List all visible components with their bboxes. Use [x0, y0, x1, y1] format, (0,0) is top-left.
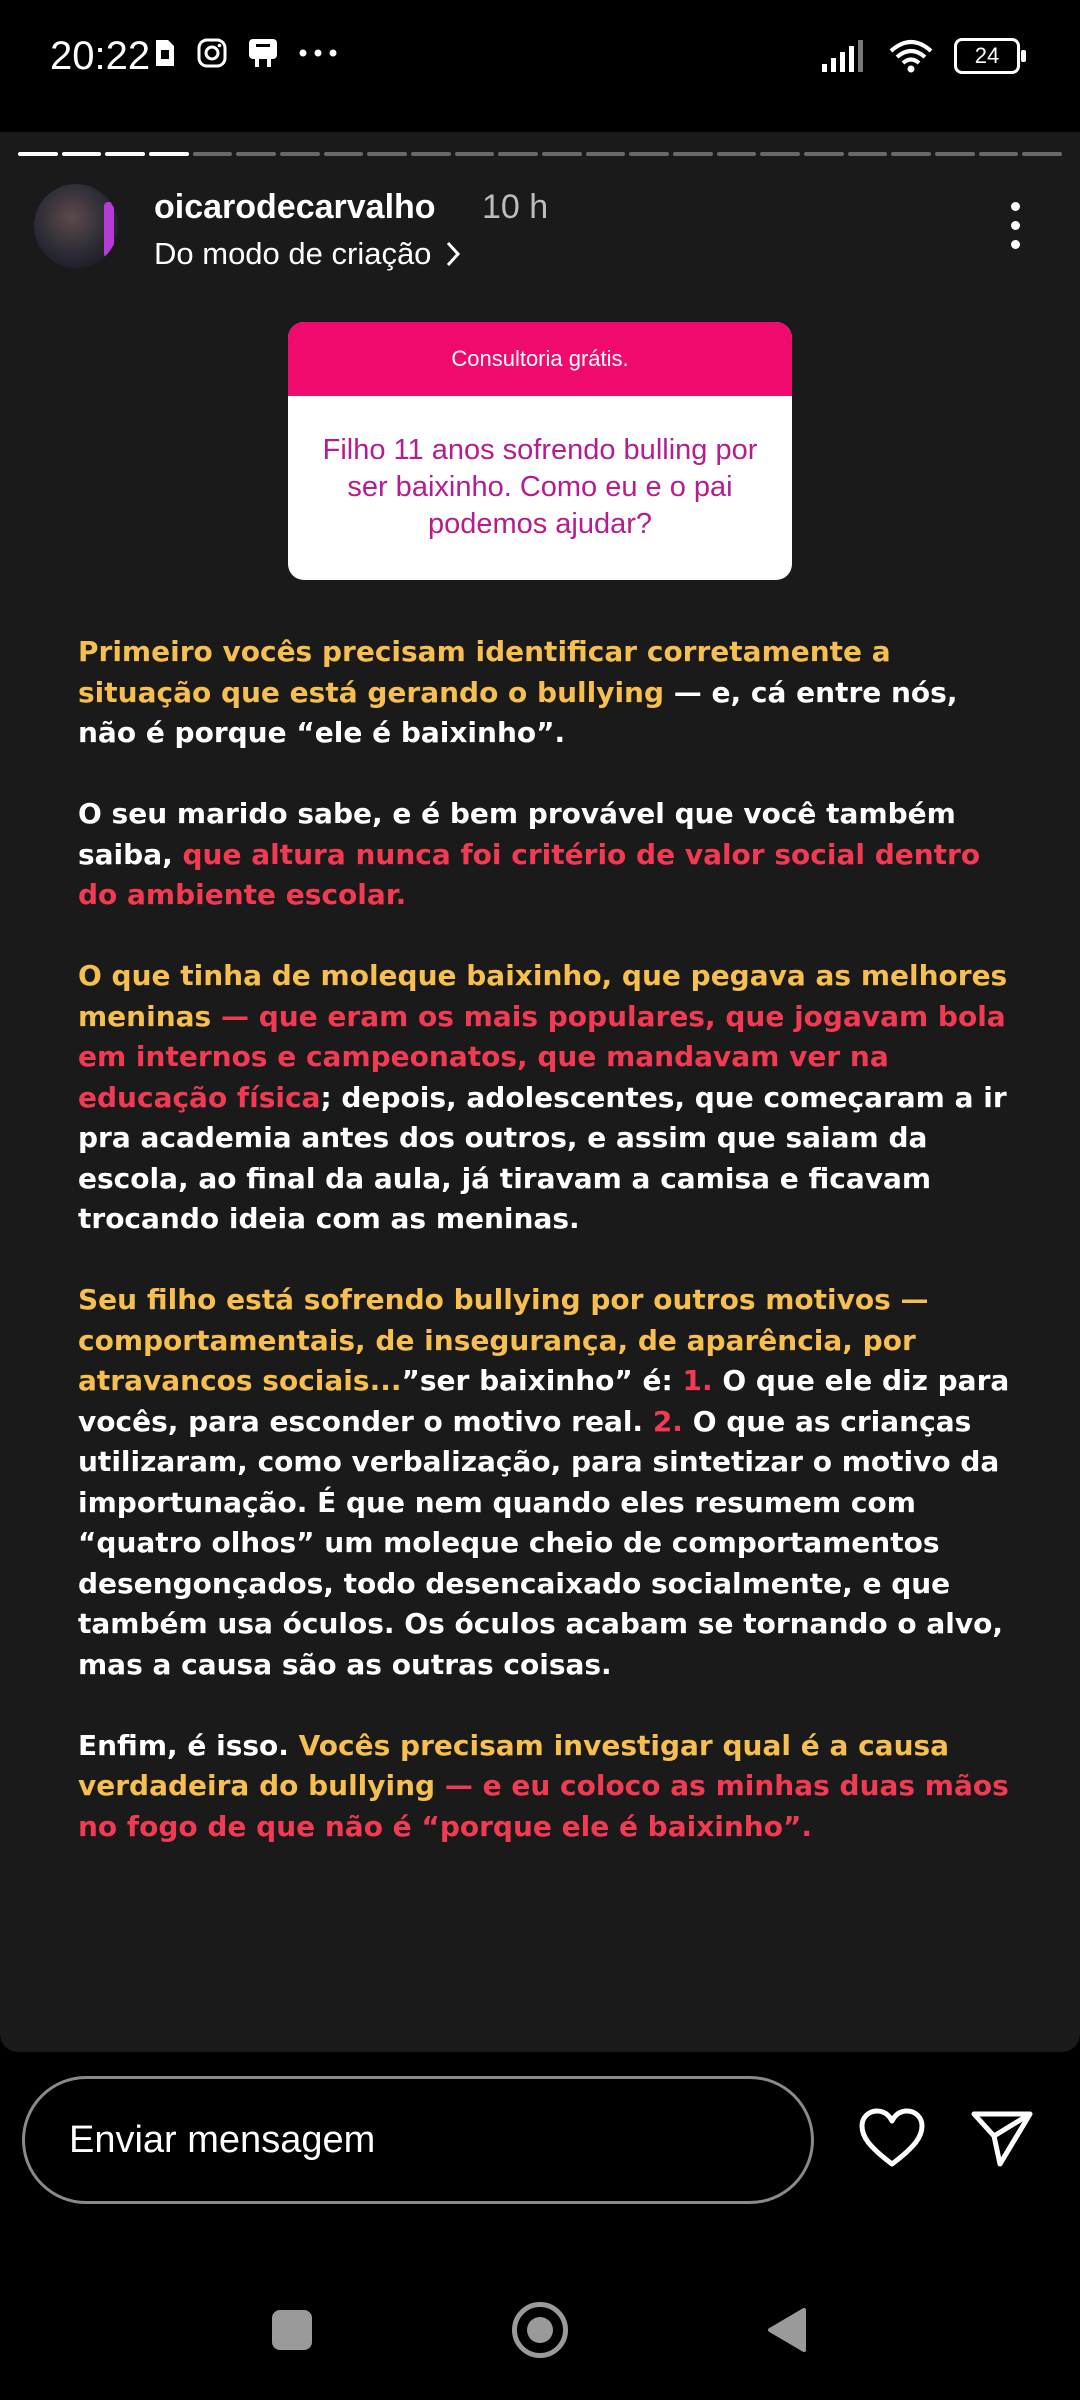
question-sticker: Consultoria grátis. Filho 11 anos sofren…	[288, 322, 792, 580]
message-input[interactable]: Enviar mensagem	[22, 2076, 814, 2204]
recents-square-icon[interactable]	[272, 2310, 312, 2350]
progress-segment	[236, 152, 277, 156]
progress-segment	[716, 152, 757, 156]
question-sticker-header: Consultoria grátis.	[288, 322, 792, 396]
progress-segment	[323, 152, 364, 156]
story-username[interactable]: oicarodecarvalho	[154, 188, 436, 227]
progress-segment	[673, 152, 713, 156]
progress-segment	[978, 152, 1019, 156]
status-right-icons: 24	[822, 38, 1026, 74]
text-emphasis: que altura nunca foi critério de valor s…	[78, 837, 981, 912]
paragraph-1: Primeiro vocês precisam identificar corr…	[78, 632, 1022, 754]
list-number: 1.	[682, 1364, 713, 1397]
creation-mode-link[interactable]: Do modo de criação	[154, 236, 461, 272]
send-icon[interactable]	[970, 2108, 1034, 2168]
status-left-icons	[152, 36, 338, 70]
battery-icon: 24	[954, 38, 1026, 74]
wifi-icon	[889, 40, 933, 73]
text-plain: ”ser baixinho” é:	[401, 1364, 683, 1397]
text-plain: O que as crianças utilizaram, como verba…	[78, 1404, 1004, 1681]
progress-segment	[629, 152, 670, 156]
progress-segment	[847, 152, 888, 156]
question-sticker-text: Filho 11 anos sofrendo bulling por ser b…	[322, 434, 758, 540]
avatar[interactable]	[34, 184, 118, 268]
heart-icon[interactable]	[858, 2108, 926, 2168]
paragraph-4: Seu filho está sofrendo bullying por out…	[78, 1280, 1022, 1685]
progress-segment	[411, 152, 451, 156]
status-bar: 20:22 24	[0, 0, 1080, 120]
signal-icon	[822, 40, 863, 72]
progress-segment	[105, 152, 146, 156]
notification-icon	[249, 39, 277, 67]
progress-segment	[498, 152, 539, 156]
progress-segment	[1022, 152, 1063, 156]
progress-segment	[18, 152, 58, 156]
sim-card-icon	[156, 40, 174, 66]
list-number: 2.	[652, 1404, 683, 1438]
back-triangle-icon[interactable]	[764, 2306, 808, 2354]
progress-segment	[192, 152, 233, 156]
story-progress-bar	[18, 152, 1063, 156]
progress-segment	[149, 152, 189, 156]
progress-segment	[280, 152, 320, 156]
story-card[interactable]: oicarodecarvalho 10 h Do modo de criação…	[0, 132, 1080, 2052]
message-input-placeholder: Enviar mensagem	[69, 2119, 376, 2161]
text-plain: Enfim, é isso.	[78, 1728, 299, 1762]
paragraph-5: Enfim, é isso. Vocês precisam investigar…	[78, 1726, 1022, 1848]
instagram-icon	[197, 38, 227, 68]
more-options-icon[interactable]	[1008, 202, 1022, 249]
more-dots-icon	[299, 49, 337, 57]
progress-segment	[891, 152, 932, 156]
progress-segment	[935, 152, 975, 156]
home-circle-icon[interactable]	[512, 2302, 568, 2358]
screen: 20:22 24 oicarodecarvalho 10 h Do modo d…	[0, 0, 1080, 2400]
progress-segment	[367, 152, 408, 156]
progress-segment	[760, 152, 801, 156]
progress-segment	[61, 152, 102, 156]
paragraph-2: O seu marido sabe, e é bem provável que …	[78, 794, 1022, 916]
chevron-right-icon	[447, 241, 461, 267]
story-body-text: Primeiro vocês precisam identificar corr…	[78, 632, 1022, 1888]
progress-segment	[454, 152, 495, 156]
creation-mode-label: Do modo de criação	[154, 236, 432, 271]
story-time-ago: 10 h	[482, 188, 549, 226]
paragraph-3: O que tinha de moleque baixinho, que peg…	[78, 956, 1022, 1240]
status-time: 20:22	[50, 34, 151, 78]
progress-segment	[585, 152, 626, 156]
progress-segment	[804, 152, 844, 156]
progress-segment	[542, 152, 582, 156]
